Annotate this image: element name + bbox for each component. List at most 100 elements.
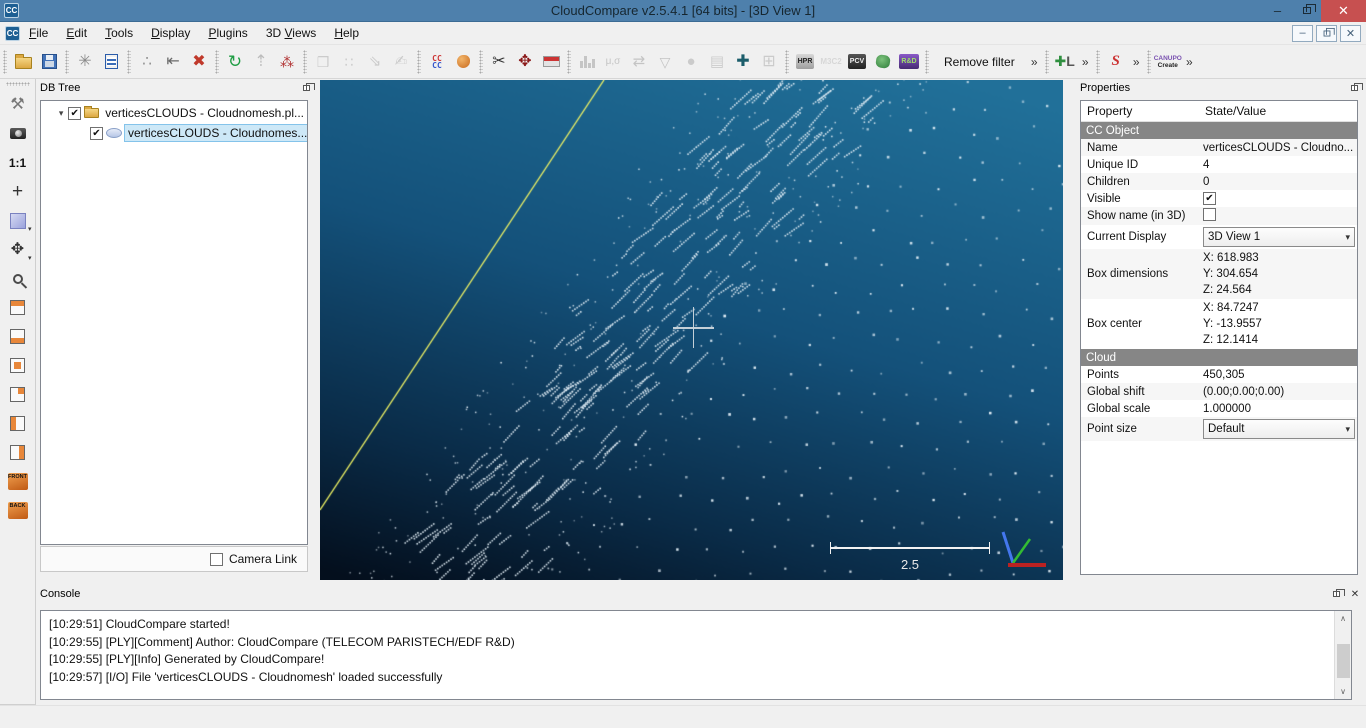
menu-3d-views[interactable]: 3D Views (257, 23, 326, 43)
sphere-button[interactable]: ● (678, 48, 704, 75)
view-right-button[interactable] (2, 438, 34, 467)
toolbar-handle[interactable] (3, 50, 7, 74)
3d-viewport[interactable]: 2.5 (320, 80, 1063, 580)
open-button[interactable] (10, 48, 36, 75)
db-tree-float-button[interactable] (300, 83, 312, 94)
tools-wrench-button[interactable]: ⚒ (2, 90, 34, 119)
delete-button[interactable]: ✖ (186, 48, 212, 75)
toolbar-handle[interactable] (417, 50, 421, 74)
gaussian-filter-button[interactable]: μ,σ (600, 48, 626, 75)
toolbar-handle[interactable] (65, 50, 69, 74)
translate-rotate-button[interactable]: ↻ (222, 48, 248, 75)
segment-button[interactable]: ❒ (310, 48, 336, 75)
menu-plugins[interactable]: Plugins (199, 23, 256, 43)
visibility-checkbox[interactable]: ✔ (68, 107, 81, 120)
menu-help[interactable]: Help (325, 23, 368, 43)
qssao-overflow-chevron[interactable]: » (1078, 48, 1093, 75)
menu-edit[interactable]: Edit (57, 23, 96, 43)
random-sampling-button[interactable]: ∷ (336, 48, 362, 75)
subsample-button[interactable]: ⁂ (274, 48, 300, 75)
toolbar-handle[interactable] (1147, 50, 1151, 74)
volume-button[interactable]: ▤ (704, 48, 730, 75)
toolbar-handle[interactable] (1096, 50, 1100, 74)
resample-button[interactable]: ⇘ (362, 48, 388, 75)
global-zoom-button[interactable]: ▾ (2, 206, 34, 235)
toolbar-handle[interactable] (127, 50, 131, 74)
menu-file[interactable]: File (20, 23, 57, 43)
main-properties-button[interactable] (98, 48, 124, 75)
minmax-filter-button[interactable]: ⇄ (626, 48, 652, 75)
properties-float-button[interactable] (1348, 83, 1360, 94)
visibility-checkbox[interactable]: ✔ (90, 127, 103, 140)
view-left-button[interactable] (2, 409, 34, 438)
scissors-segment-button[interactable]: ✂ (486, 48, 512, 75)
toolbar-handle[interactable] (785, 50, 789, 74)
add-scalar-field-button[interactable]: ✚ (730, 48, 756, 75)
menu-tools[interactable]: Tools (96, 23, 142, 43)
view-front-button[interactable] (2, 351, 34, 380)
window-restore-button[interactable] (1292, 0, 1321, 22)
point-cloud-canvas[interactable] (320, 80, 1063, 580)
sf-arithmetic-button[interactable]: ⊞ (756, 48, 782, 75)
histogram-button[interactable] (574, 48, 600, 75)
show-name-in-3d-checkbox[interactable] (1203, 208, 1216, 221)
pick-rotation-center-button[interactable]: + (2, 177, 34, 206)
camera-link-checkbox[interactable] (210, 553, 223, 566)
toolbar-overflow-chevron[interactable]: » (1027, 48, 1042, 75)
view-top-button[interactable] (2, 293, 34, 322)
remove-filter-button[interactable]: Remove filter (932, 48, 1027, 75)
hpr-plugin-button[interactable]: HPR (792, 48, 818, 75)
canupo-overflow-chevron[interactable]: » (1182, 48, 1197, 75)
mdi-restore-button[interactable] (1316, 25, 1337, 42)
menu-display[interactable]: Display (142, 23, 199, 43)
pan-rotate-button[interactable]: ✥ (512, 48, 538, 75)
pcv-plugin-button[interactable]: PCV (844, 48, 870, 75)
mdi-app-icon[interactable]: CC (5, 26, 20, 41)
csf-overflow-chevron[interactable]: » (1129, 48, 1144, 75)
visible-checkbox[interactable]: ✔ (1203, 192, 1216, 205)
toolbar-handle[interactable] (479, 50, 483, 74)
tree-item[interactable]: ▾✔verticesCLOUDS - Cloudnomesh.pl... (41, 103, 307, 123)
scroll-down-icon[interactable]: ∨ (1335, 684, 1351, 699)
facets-plugin-button[interactable] (870, 48, 896, 75)
tree-item[interactable]: ✔verticesCLOUDS - Cloudnomes... (41, 123, 307, 143)
rgd-plugin-button[interactable]: R&D (896, 48, 922, 75)
toolbar-handle[interactable] (215, 50, 219, 74)
window-minimize-button[interactable]: – (1263, 0, 1292, 22)
window-close-button[interactable]: ✕ (1321, 0, 1366, 22)
scroll-up-icon[interactable]: ∧ (1335, 611, 1351, 626)
clipping-box-button[interactable] (538, 48, 564, 75)
zoom-1-1-button[interactable]: 1:1 (2, 148, 34, 177)
zoom-magnifier-button[interactable] (2, 264, 34, 293)
view-iso-back-button[interactable]: BACK (2, 496, 34, 525)
toolbar-handle[interactable] (567, 50, 571, 74)
point-picking-button[interactable]: ∴ (134, 48, 160, 75)
console-scrollbar[interactable]: ∧ ∨ (1334, 611, 1351, 699)
canupo-create-button[interactable]: CANUPOCreate (1154, 48, 1182, 75)
point-list-picking-button[interactable]: ✍ (388, 48, 414, 75)
csf-plugin-button[interactable]: S (1103, 48, 1129, 75)
console-close-button[interactable]: ✕ (1348, 588, 1362, 600)
toolbar-handle[interactable] (303, 50, 307, 74)
scrollbar-thumb[interactable] (1337, 644, 1350, 678)
point-size-dropdown[interactable]: Default▾ (1203, 419, 1355, 439)
view-bottom-button[interactable] (2, 322, 34, 351)
pan-mode-button[interactable]: ✥▾ (2, 235, 34, 264)
filter-button[interactable]: ▽ (652, 48, 678, 75)
view-back-button[interactable] (2, 380, 34, 409)
toolbar-handle[interactable] (925, 50, 929, 74)
m3c2-plugin-button[interactable]: M3C2 (818, 48, 844, 75)
view-iso-front-button[interactable]: FRONT (2, 467, 34, 496)
clone-button[interactable]: ✳ (72, 48, 98, 75)
fine-registration-button[interactable]: ⇡ (248, 48, 274, 75)
qssao-plugin-button[interactable]: ✚L (1052, 48, 1078, 75)
current-display-dropdown[interactable]: 3D View 1▾ (1203, 227, 1355, 247)
toolbar-handle[interactable] (6, 82, 30, 86)
cloud-cloud-distance-button[interactable]: CCCC (424, 48, 450, 75)
apply-transformation-button[interactable]: ⇤ (160, 48, 186, 75)
console-float-button[interactable] (1330, 589, 1342, 600)
mdi-minimize-button[interactable]: – (1292, 25, 1313, 42)
toolbar-handle[interactable] (1045, 50, 1049, 74)
mdi-close-button[interactable]: ✕ (1340, 25, 1361, 42)
expander-icon[interactable]: ▾ (57, 108, 65, 119)
